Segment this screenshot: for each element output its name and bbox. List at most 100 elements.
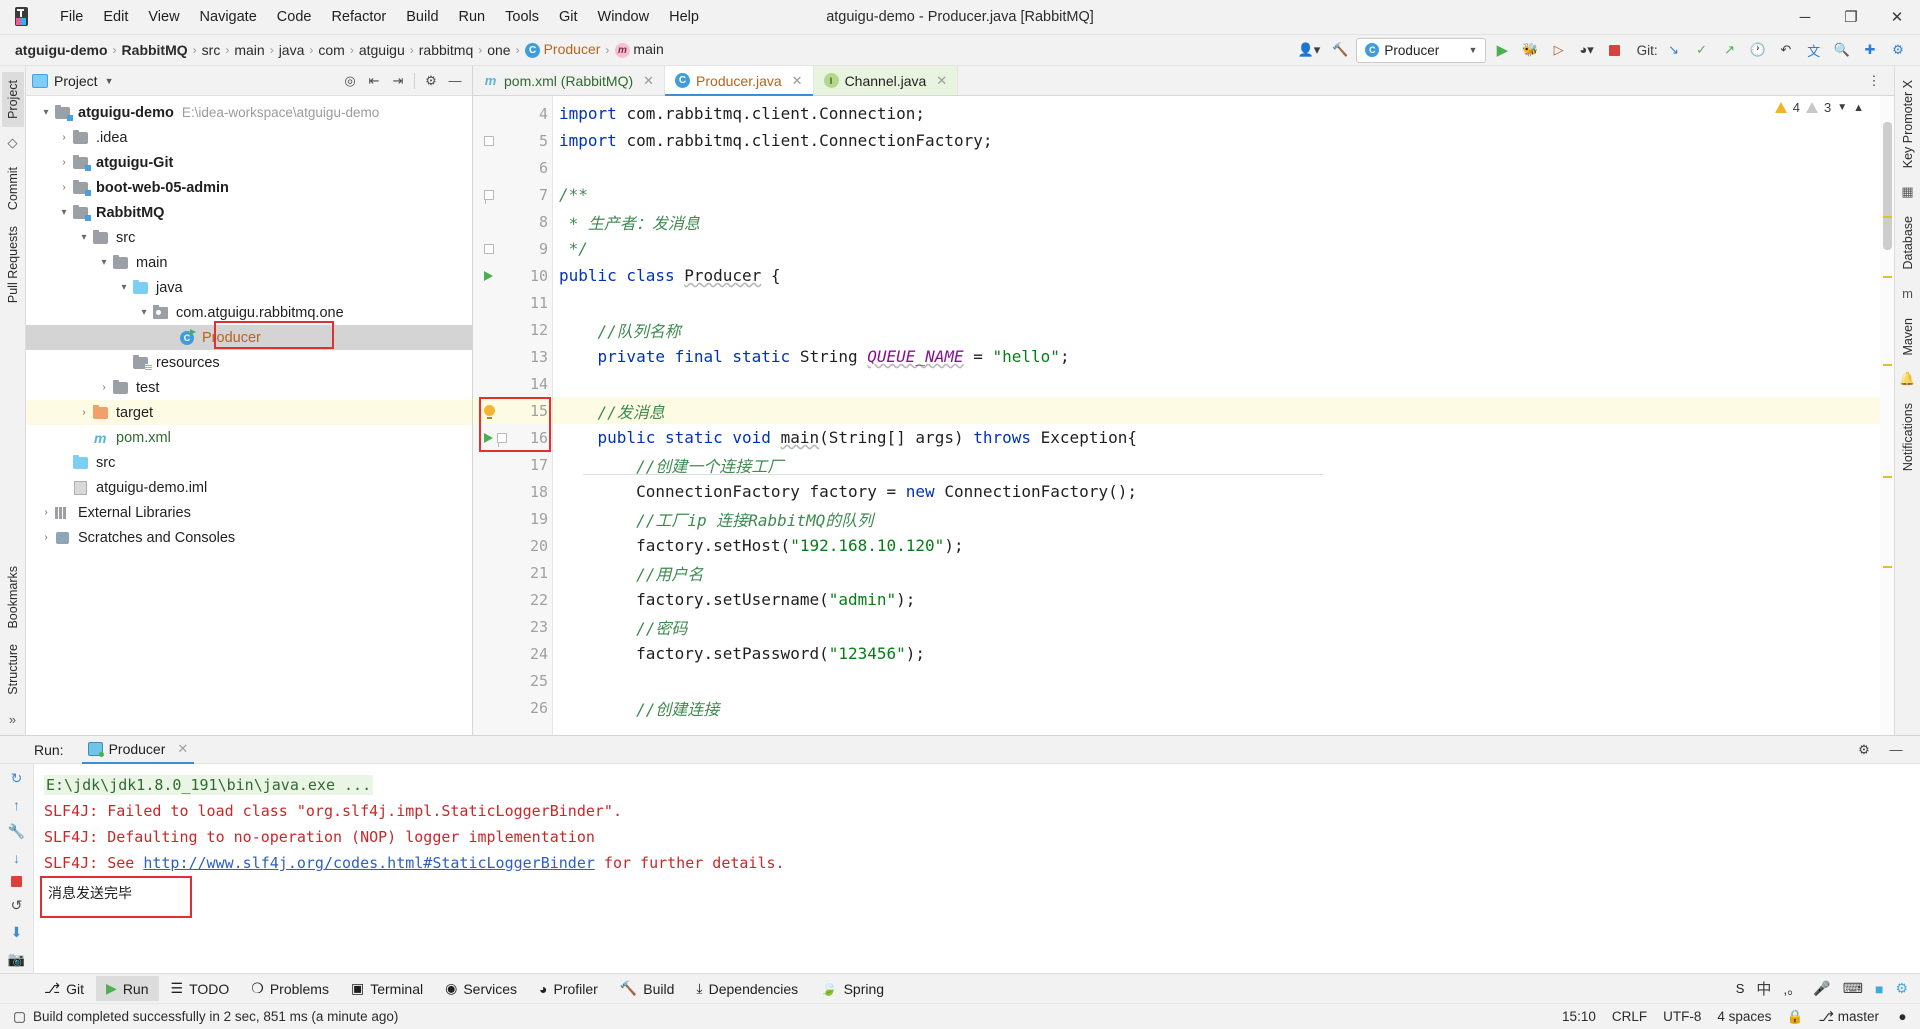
close-icon[interactable]: ✕ — [792, 73, 803, 89]
breadcrumb-item-one[interactable]: one — [484, 42, 513, 58]
scroll-to-end-icon[interactable]: ⬇ — [7, 924, 27, 941]
run-tab-producer[interactable]: Producer ✕ — [81, 736, 195, 764]
menu-file[interactable]: File — [50, 5, 93, 29]
editor-tab-channel-java[interactable]: I Channel.java ✕ — [813, 66, 959, 95]
close-icon[interactable]: ✕ — [936, 73, 947, 89]
settings-gear-icon[interactable]: ⚙ — [1852, 738, 1876, 762]
translate-icon[interactable]: 文 — [1802, 38, 1826, 62]
bottom-tab-build[interactable]: 🔨 Build — [610, 976, 685, 1001]
editor-tab-producer-java[interactable]: C Producer.java ✕ — [665, 66, 814, 96]
menu-build[interactable]: Build — [396, 5, 448, 29]
inspection-status-icon[interactable]: ● — [1895, 1009, 1910, 1024]
expand-arrow-icon[interactable]: ▾ — [136, 307, 152, 318]
maximize-button[interactable]: ❐ — [1828, 0, 1874, 35]
close-icon[interactable]: ✕ — [177, 741, 188, 757]
debug-button[interactable]: 🐝 — [1518, 38, 1542, 62]
bottom-tab-profiler[interactable]: ◕ Profiler — [529, 977, 608, 1001]
run-with-coverage-button[interactable]: ▷ — [1547, 38, 1571, 62]
undo-icon[interactable]: ↶ — [1774, 38, 1798, 62]
bottom-tab-todo[interactable]: ☰ TODO — [161, 976, 240, 1001]
console-link[interactable]: http://www.slf4j.org/codes.html#StaticLo… — [143, 854, 595, 872]
breadcrumb-item-project[interactable]: atguigu-demo — [12, 42, 111, 58]
tool-tab-bookmarks[interactable]: Bookmarks — [2, 558, 24, 637]
bottom-tab-git[interactable]: ⎇ Git — [34, 976, 94, 1001]
expand-arrow-icon[interactable]: ▾ — [116, 282, 132, 293]
settings-icon[interactable]: ⚙ — [1895, 980, 1908, 997]
project-tree[interactable]: ▾ atguigu-demo E:\idea-workspace\atguigu… — [26, 96, 472, 735]
select-opened-file-icon[interactable]: ◎ — [339, 70, 361, 92]
hide-panel-icon[interactable]: — — [444, 70, 466, 92]
bottom-tab-spring[interactable]: 🍃 Spring — [810, 976, 894, 1001]
bottom-tab-terminal[interactable]: ▣ Terminal — [341, 976, 433, 1001]
breadcrumb-item-rabbitmq[interactable]: rabbitmq — [416, 42, 476, 58]
breadcrumb-item-main-method[interactable]: m main — [611, 41, 666, 59]
fold-marker-icon[interactable] — [484, 189, 494, 204]
build-hammer-icon[interactable]: 🔨 — [1328, 38, 1352, 62]
user-account-icon[interactable]: 👤▾ — [1294, 38, 1325, 62]
chevron-up-icon[interactable]: ▲ — [1853, 102, 1864, 114]
tree-row-producer[interactable]: C Producer — [26, 325, 472, 350]
run-button[interactable]: ▶ — [1490, 38, 1514, 62]
profile-button[interactable]: ◕▾ — [1575, 38, 1599, 62]
editor-tab-pom-xml[interactable]: m pom.xml (RabbitMQ) ✕ — [473, 66, 666, 95]
run-configuration-selector[interactable]: C Producer ▼ — [1356, 37, 1487, 63]
tree-row-boot-web-05-admin[interactable]: › boot-web-05-admin — [26, 175, 472, 200]
tree-row-java[interactable]: ▾ java — [26, 275, 472, 300]
menu-refactor[interactable]: Refactor — [321, 5, 396, 29]
soft-wrap-icon[interactable]: ↺ — [7, 897, 27, 914]
menu-edit[interactable]: Edit — [93, 5, 138, 29]
status-encoding[interactable]: UTF-8 — [1663, 1009, 1701, 1024]
tree-row-test[interactable]: › test — [26, 375, 472, 400]
ime-mode-icon[interactable]: 中 — [1756, 978, 1771, 999]
bottom-tab-problems[interactable]: ❍ Problems — [241, 976, 339, 1001]
status-branch[interactable]: ⎇ master — [1818, 1009, 1879, 1025]
punctuation-icon[interactable]: ,。 — [1783, 979, 1801, 999]
collapse-all-icon[interactable]: ⇥ — [387, 70, 409, 92]
expand-arrow-icon[interactable]: ▾ — [76, 232, 92, 243]
editor-gutter[interactable]: 4 5 6 7 8 9 10 11 12 13 14 15 16 17 18 1… — [473, 96, 553, 735]
menu-navigate[interactable]: Navigate — [190, 5, 267, 29]
run-class-gutter-icon[interactable] — [484, 270, 493, 281]
breadcrumb-item-src[interactable]: src — [199, 42, 224, 58]
minimize-button[interactable]: ─ — [1782, 0, 1828, 35]
tree-row-scratches[interactable]: › Scratches and Consoles — [26, 525, 472, 550]
scrollbar-thumb[interactable] — [1883, 122, 1892, 250]
tree-row-atguigu-git[interactable]: › atguigu-Git — [26, 150, 472, 175]
expand-all-icon[interactable]: ⇤ — [363, 70, 385, 92]
sogou-ime-icon[interactable]: S — [1736, 981, 1745, 996]
up-arrow-icon[interactable]: ↑ — [7, 797, 27, 813]
status-cursor-position[interactable]: 15:10 — [1562, 1009, 1596, 1024]
tool-tab-commit[interactable]: Commit — [2, 159, 24, 218]
tool-tab-notifications[interactable]: Notifications — [1897, 395, 1919, 479]
maven-icon[interactable]: m — [1900, 286, 1916, 302]
tree-row-iml[interactable]: atguigu-demo.iml — [26, 475, 472, 500]
breadcrumb-item-atguigu[interactable]: atguigu — [356, 42, 408, 58]
rerun-icon[interactable]: ↻ — [7, 770, 27, 787]
breadcrumb-item-com[interactable]: com — [315, 42, 347, 58]
annotation-mark-warning[interactable] — [1883, 364, 1892, 366]
plugin-icon[interactable]: ✚ — [1858, 38, 1882, 62]
expand-arrow-icon[interactable]: › — [56, 132, 72, 143]
bottom-tab-dependencies[interactable]: ⤓ Dependencies — [686, 976, 808, 1001]
settings-gear-icon[interactable]: ⚙ — [420, 70, 442, 92]
expand-arrow-icon[interactable]: › — [38, 532, 54, 543]
git-update-icon[interactable]: ↘ — [1662, 38, 1686, 62]
wrench-icon[interactable]: 🔧 — [7, 823, 27, 840]
chevron-down-icon[interactable]: ▼ — [105, 76, 114, 86]
menu-git[interactable]: Git — [549, 5, 588, 29]
expand-arrow-icon[interactable]: › — [96, 382, 112, 393]
fold-marker-icon[interactable] — [484, 243, 494, 254]
more-chevrons-icon[interactable]: » — [5, 711, 21, 727]
tool-tab-pull-requests[interactable]: Pull Requests — [2, 218, 24, 311]
close-icon[interactable]: ✕ — [643, 73, 654, 89]
down-arrow-icon[interactable]: ↓ — [7, 850, 27, 866]
menu-run[interactable]: Run — [449, 5, 496, 29]
menu-code[interactable]: Code — [267, 5, 322, 29]
tree-row-idea[interactable]: › .idea — [26, 125, 472, 150]
breadcrumb-item-module[interactable]: RabbitMQ — [119, 42, 191, 58]
console-output[interactable]: E:\jdk\jdk1.8.0_191\bin\java.exe ... SLF… — [34, 764, 1920, 973]
keyboard-icon[interactable]: ⌨ — [1843, 980, 1863, 997]
search-icon[interactable]: 🔍 — [1830, 38, 1854, 62]
intention-bulb-icon[interactable] — [484, 405, 495, 419]
settings-gear-icon[interactable]: ⚙ — [1886, 38, 1910, 62]
